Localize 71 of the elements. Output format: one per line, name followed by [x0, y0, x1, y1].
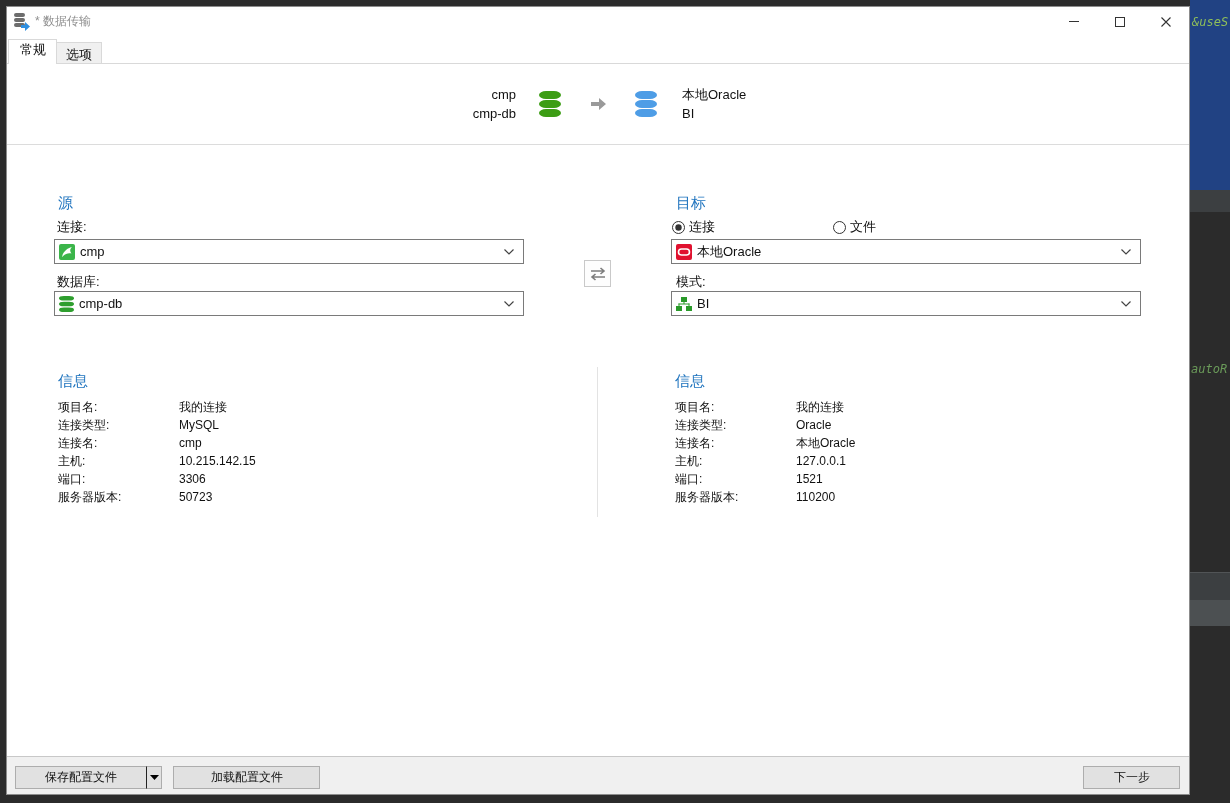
- radio-label[interactable]: 文件: [850, 218, 876, 236]
- info-value: 10.215.142.15: [179, 453, 256, 470]
- info-value: cmp: [179, 435, 203, 452]
- field-label: 数据库:: [57, 273, 100, 291]
- info-value: 我的连接: [796, 399, 845, 416]
- chevron-down-icon: [504, 300, 514, 307]
- close-icon: [1161, 16, 1171, 27]
- info-label: 端口:: [58, 471, 87, 488]
- tab[interactable]: 选项: [57, 42, 102, 63]
- info-label: 项目名:: [58, 399, 99, 416]
- chevron-down-icon: [504, 248, 514, 255]
- info-value: 我的连接: [179, 399, 228, 416]
- arrow-right-icon: [591, 98, 606, 110]
- database-arrow-icon: [14, 12, 30, 31]
- info-label: 服务器版本:: [58, 489, 123, 506]
- field-label: 模式:: [676, 273, 706, 291]
- info-label: 连接类型:: [58, 417, 111, 434]
- save-config-button[interactable]: 保存配置文件: [15, 766, 146, 789]
- info-label: 连接类型:: [675, 417, 728, 434]
- window-title: * 数据传输: [35, 13, 92, 30]
- minimize-icon: [1069, 21, 1079, 22]
- endpoint-label: cmp: [491, 86, 516, 104]
- field-label: 连接:: [57, 218, 87, 236]
- info-value: 50723: [179, 489, 214, 506]
- save-options-button[interactable]: [146, 766, 162, 789]
- swap-arrows-icon: [589, 266, 606, 281]
- radio-button[interactable]: [833, 220, 846, 234]
- maximize-icon: [1115, 16, 1125, 27]
- database-dropdown[interactable]: cmp-db: [54, 291, 524, 316]
- endpoint-label: cmp-db: [472, 105, 516, 123]
- database-icon: [59, 295, 74, 312]
- connection-dropdown[interactable]: 本地Oracle: [671, 239, 1141, 264]
- info-value: 110200: [796, 489, 837, 506]
- hierarchy-icon: [676, 296, 692, 311]
- schema-dropdown[interactable]: BI: [671, 291, 1141, 316]
- connection-dropdown[interactable]: cmp: [54, 239, 524, 264]
- radio-button[interactable]: [672, 220, 685, 234]
- info-value: 127.0.0.1: [796, 453, 848, 470]
- chevron-down-icon: [1121, 300, 1131, 307]
- info-value: 本地Oracle: [796, 435, 856, 452]
- capsule-icon: [676, 243, 692, 260]
- info-label: 主机:: [675, 453, 704, 470]
- info-value: Oracle: [796, 417, 833, 434]
- caret-icon: [149, 775, 159, 780]
- code-text: &useS: [1192, 14, 1229, 30]
- panel-row-highlight: [1190, 600, 1230, 626]
- info-value: MySQL: [179, 417, 220, 434]
- code-text: autoR: [1191, 361, 1228, 377]
- tab[interactable]: 常规: [8, 39, 57, 64]
- swap-button[interactable]: [584, 260, 611, 287]
- section-heading: 信息: [675, 372, 705, 390]
- info-label: 连接名:: [675, 435, 716, 452]
- next-button[interactable]: 下一步: [1083, 766, 1180, 789]
- load-config-button[interactable]: 加载配置文件: [173, 766, 320, 789]
- section-heading: 信息: [58, 372, 88, 390]
- dolphin-icon: [59, 243, 75, 260]
- info-value: 1521: [796, 471, 824, 488]
- info-label: 主机:: [58, 453, 87, 470]
- section-heading: 源: [58, 194, 73, 212]
- info-label: 服务器版本:: [675, 489, 740, 506]
- editor-tab-bar: [1190, 190, 1230, 212]
- info-label: 连接名:: [58, 435, 99, 452]
- section-heading: 目标: [676, 194, 706, 212]
- radio-label[interactable]: 连接: [689, 218, 715, 236]
- info-value: 3306: [179, 471, 207, 488]
- chevron-down-icon: [1121, 248, 1131, 255]
- info-label: 项目名:: [675, 399, 716, 416]
- endpoint-label: BI: [682, 105, 695, 123]
- info-label: 端口:: [675, 471, 704, 488]
- endpoint-label: 本地Oracle: [682, 86, 747, 104]
- panel-header-bar: [1190, 572, 1230, 600]
